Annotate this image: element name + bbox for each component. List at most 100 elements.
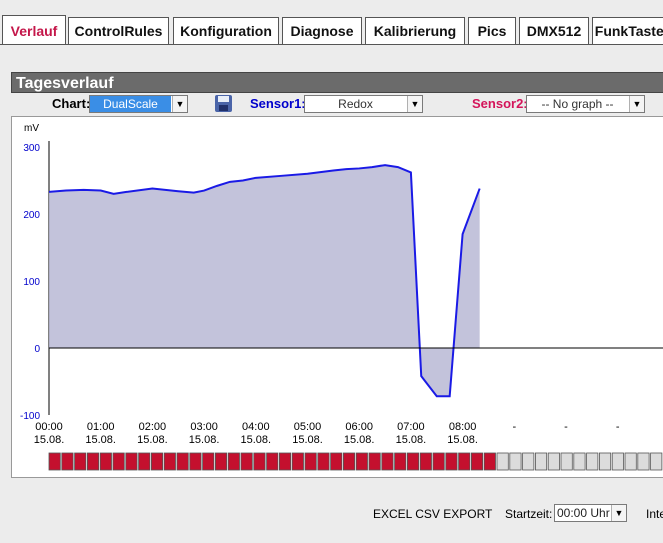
progress-cell [650, 452, 663, 471]
chart-mode-label: Chart: [52, 96, 91, 111]
progress-cell [406, 452, 420, 471]
series-area [49, 165, 480, 397]
start-time-select[interactable]: 00:00 Uhr ▼ [554, 504, 627, 522]
interval-label: Inte [646, 507, 663, 521]
progress-cell [445, 452, 458, 471]
progress-cell [611, 452, 624, 471]
chart-mode-select[interactable]: DualScale ▼ [89, 95, 188, 113]
x-tick-time: 03:00 [190, 421, 218, 433]
progress-cell [317, 452, 330, 471]
x-tick-date: 15.08. [447, 434, 478, 446]
progress-cell [496, 452, 509, 471]
progress-cell [87, 452, 100, 471]
progress-cell [214, 452, 228, 471]
panel-title: Tagesverlauf [11, 72, 663, 93]
tab-konfiguration[interactable]: Konfiguration [173, 17, 279, 44]
start-time-label: Startzeit: [505, 507, 553, 521]
progress-cell [560, 452, 573, 471]
x-tick-time: - [616, 421, 620, 433]
x-tick-date: 15.08. [344, 434, 375, 446]
tab-pics[interactable]: Pics [468, 17, 516, 44]
x-tick-date: 15.08. [34, 434, 65, 446]
chart-controls: Chart: DualScale ▼ Sensor1: Redox ▼ Sens… [11, 93, 663, 115]
progress-cell [304, 452, 317, 471]
sensor1-label: Sensor1: [250, 96, 306, 111]
footer-bar: EXCEL CSV EXPORT Startzeit: 00:00 Uhr ▼ … [0, 500, 663, 530]
chevron-down-icon: ▼ [611, 505, 626, 521]
progress-cell [163, 452, 176, 471]
progress-cell [368, 452, 381, 471]
progress-cell [547, 452, 560, 471]
progress-cell [138, 452, 151, 471]
progress-cell [48, 452, 61, 471]
sensor1-select[interactable]: Redox ▼ [304, 95, 423, 113]
tab-controlrules[interactable]: ControlRules [68, 17, 169, 44]
x-tick-time: - [512, 421, 516, 433]
chevron-down-icon: ▼ [172, 96, 187, 112]
progress-cell [342, 452, 356, 471]
y-tick-label: 100 [23, 277, 40, 288]
progress-cell [394, 452, 407, 471]
tab-diagnose[interactable]: Diagnose [282, 17, 362, 44]
x-tick-time: 08:00 [449, 421, 477, 433]
y-tick-label: 0 [34, 344, 40, 355]
progress-cell [125, 452, 138, 471]
progress-cell [99, 452, 112, 471]
progress-cell [637, 452, 650, 471]
progress-cell [330, 452, 343, 471]
progress-cell [150, 452, 164, 471]
sensor1-value: Redox [338, 97, 373, 111]
x-tick-time: - [564, 421, 568, 433]
x-tick-date: 15.08. [85, 434, 116, 446]
x-tick-date: 15.08. [137, 434, 168, 446]
x-tick-time: 05:00 [294, 421, 322, 433]
progress-cell [470, 452, 484, 471]
progress-cell [227, 452, 240, 471]
excel-csv-export-link[interactable]: EXCEL CSV EXPORT [373, 507, 492, 521]
floppy-disk-icon[interactable] [215, 95, 232, 112]
tab-dmx512[interactable]: DMX512 [519, 17, 589, 44]
x-tick-time: 07:00 [397, 421, 425, 433]
chart-panel: mV 300 200 100 0 -100 00:00 15.08. 01:00 15.08. 02… [11, 116, 663, 478]
progress-cell [253, 452, 266, 471]
x-tick-time: 00:00 [35, 421, 63, 433]
sensor2-value: -- No graph -- [541, 97, 614, 111]
x-tick-time: 02:00 [139, 421, 167, 433]
progress-cell [176, 452, 189, 471]
progress-cell [61, 452, 74, 471]
chevron-down-icon: ▼ [629, 96, 644, 112]
progress-cell [291, 452, 304, 471]
progress-cell [432, 452, 445, 471]
tab-kalibrierung[interactable]: Kalibrierung [365, 17, 465, 44]
progress-cell [535, 452, 548, 471]
x-tick-time: 04:00 [242, 421, 270, 433]
sensor2-select[interactable]: -- No graph -- ▼ [526, 95, 645, 113]
progress-cell [112, 452, 125, 471]
start-time-value: 00:00 Uhr [557, 506, 610, 520]
tab-bar: Verlauf ControlRules Konfiguration Diagnose… [0, 0, 663, 45]
x-tick-date: 15.08. [241, 434, 272, 446]
tab-funktaster[interactable]: FunkTaster [592, 17, 663, 44]
progress-cell [509, 452, 522, 471]
y-tick-label: 200 [23, 210, 40, 221]
tab-divider [0, 44, 663, 45]
x-tick-date: 15.08. [189, 434, 220, 446]
tagesverlauf-chart: mV3002001000-10000:0015.08.01:0015.08.02… [20, 123, 663, 471]
y-unit-label: mV [24, 123, 39, 134]
progress-cell [189, 452, 202, 471]
progress-cell [74, 452, 87, 471]
x-tick-date: 15.08. [292, 434, 323, 446]
progress-cell [202, 452, 215, 471]
progress-cell [278, 452, 292, 471]
x-tick-time: 06:00 [345, 421, 373, 433]
progress-cell [586, 452, 599, 471]
progress-cell [599, 452, 612, 471]
chart-mode-value: DualScale [90, 96, 171, 112]
progress-cell [522, 452, 535, 471]
progress-cell [355, 452, 368, 471]
progress-cell [381, 452, 394, 471]
tab-verlauf[interactable]: Verlauf [2, 15, 66, 45]
progress-cell [624, 452, 637, 471]
chevron-down-icon: ▼ [407, 96, 422, 112]
progress-cell [266, 452, 279, 471]
